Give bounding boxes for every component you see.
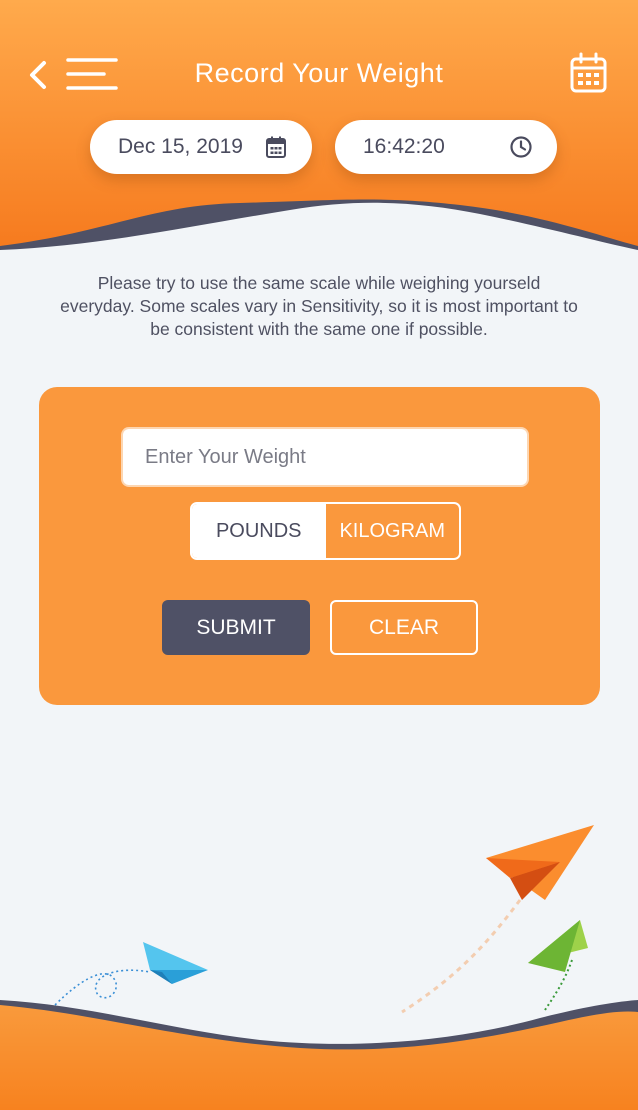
date-value: Dec 15, 2019 — [118, 135, 243, 158]
time-value: 16:42:20 — [363, 135, 445, 158]
plane-trail — [401, 899, 522, 1014]
unit-option-pounds[interactable]: POUNDS — [192, 504, 326, 558]
clock-icon — [510, 136, 532, 158]
header: Record Your Weight Dec 15, 2019 16:42:20 — [0, 0, 638, 250]
paper-plane-icon — [143, 942, 208, 984]
plane-trail — [54, 969, 151, 1006]
paper-plane-icon — [528, 920, 588, 972]
date-picker[interactable]: Dec 15, 2019 — [90, 120, 312, 174]
paper-plane-icon — [486, 825, 594, 900]
unit-option-kilogram[interactable]: KILOGRAM — [326, 504, 460, 558]
instructions-text: Please try to use the same scale while w… — [60, 273, 578, 339]
calendar-icon[interactable] — [568, 52, 610, 96]
submit-button[interactable]: SUBMIT — [162, 600, 310, 655]
weight-form-card: POUNDS KILOGRAM SUBMIT CLEAR — [39, 387, 600, 705]
clear-button[interactable]: CLEAR — [330, 600, 478, 655]
unit-toggle: POUNDS KILOGRAM — [190, 502, 461, 560]
weight-input[interactable] — [123, 429, 527, 485]
time-picker[interactable]: 16:42:20 — [335, 120, 557, 174]
calendar-icon — [266, 136, 286, 158]
page-title: Record Your Weight — [194, 58, 444, 88]
footer-decoration — [0, 825, 638, 1110]
